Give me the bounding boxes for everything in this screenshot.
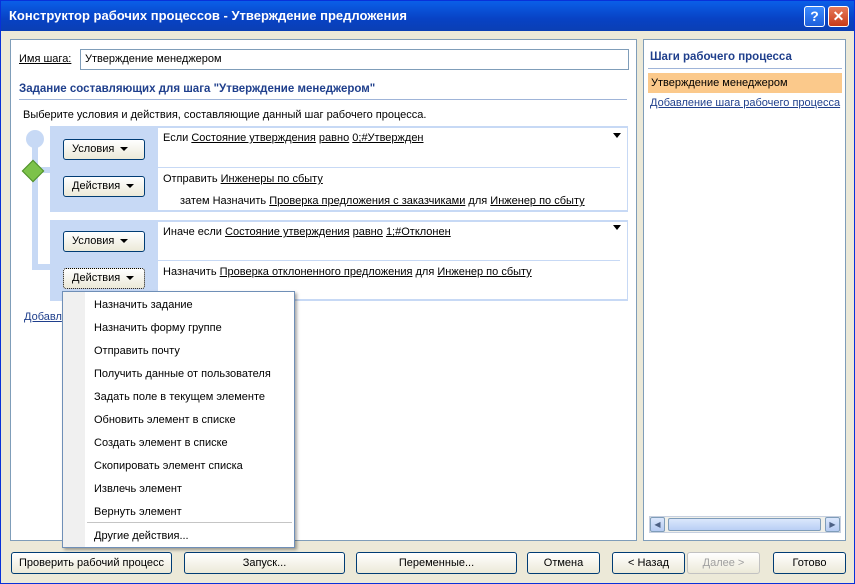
add-step-link[interactable]: Добавление шага рабочего процесса <box>650 97 840 109</box>
next-button: Далее > <box>687 552 760 574</box>
scroll-left-icon[interactable]: ◀ <box>650 517 665 532</box>
condition-field-link[interactable]: Состояние утверждения <box>225 226 350 238</box>
step-name-input[interactable]: Утверждение менеджером <box>80 49 629 70</box>
branch-1-action-2: затем Назначить Проверка предложения с з… <box>180 195 585 207</box>
chevron-down-icon <box>126 276 135 281</box>
branch-2-action-1: Назначить Проверка отклоненного предложе… <box>163 266 532 278</box>
branch-2: Условия Действия Иначе если Состояние ут… <box>50 220 628 301</box>
branch-2-divider <box>157 260 620 261</box>
branch-connector-elbow <box>32 264 52 270</box>
condition-value-link[interactable]: 1;#Отклонен <box>386 226 451 238</box>
branch-1-conditions-button[interactable]: Условия <box>63 139 145 160</box>
condition-prefix: Если <box>163 132 189 144</box>
menu-item-set-field[interactable]: Задать поле в текущем элементе <box>94 391 265 403</box>
check-workflow-button[interactable]: Проверить рабочий процесс <box>11 552 172 574</box>
section-description: Выберите условия и действия, составляющи… <box>23 109 427 121</box>
menu-item-create-list-item[interactable]: Создать элемент в списке <box>94 437 228 449</box>
condition-value-link[interactable]: 0;#Утвержден <box>352 132 423 144</box>
workflow-steps-panel: Шаги рабочего процесса Утверждение менед… <box>643 39 846 541</box>
action-target-link[interactable]: Инженеры по сбыту <box>221 173 323 185</box>
branch-2-actions-button[interactable]: Действия <box>63 268 145 289</box>
menu-gutter <box>63 292 85 547</box>
steps-panel-title: Шаги рабочего процесса <box>650 51 792 63</box>
menu-item-assign-task[interactable]: Назначить задание <box>94 299 193 311</box>
branch-1: Условия Действия Если Состояние утвержде… <box>50 126 628 212</box>
branch-1-action-1: Отправить Инженеры по сбыту <box>163 173 323 185</box>
menu-item-check-out[interactable]: Извлечь элемент <box>94 483 182 495</box>
scroll-right-icon[interactable]: ▶ <box>825 517 840 532</box>
branch-2-conditions-button[interactable]: Условия <box>63 231 145 252</box>
branch-1-condition: Если Состояние утверждения равно 0;#Утве… <box>163 132 424 144</box>
section-title: Задание составляющих для шага "Утвержден… <box>19 83 376 95</box>
condition-field-link[interactable]: Состояние утверждения <box>191 132 316 144</box>
chevron-down-icon <box>120 239 129 244</box>
condition-diamond-icon <box>21 159 45 183</box>
action-verb: Назначить <box>163 266 217 278</box>
action-for: для <box>468 195 488 207</box>
condition-prefix: Иначе если <box>163 226 222 238</box>
button-label: Условия <box>72 143 115 155</box>
add-branch-link[interactable]: Добавл <box>24 311 62 323</box>
variables-button[interactable]: Переменные... <box>356 552 517 574</box>
title-bar: Конструктор рабочих процессов - Утвержде… <box>1 1 854 31</box>
menu-item-more-actions[interactable]: Другие действия... <box>94 530 189 542</box>
menu-item-update-list-item[interactable]: Обновить элемент в списке <box>94 414 236 426</box>
action-verb: Отправить <box>163 173 218 185</box>
condition-operator-link[interactable]: равно <box>353 226 383 238</box>
close-button[interactable]: ✕ <box>828 6 849 27</box>
finish-button[interactable]: Готово <box>773 552 846 574</box>
step-name-label: Имя шага: <box>19 53 72 65</box>
branch-2-condition: Иначе если Состояние утверждения равно 1… <box>163 226 451 238</box>
menu-item-collect-data[interactable]: Получить данные от пользователя <box>94 368 271 380</box>
chevron-down-icon <box>126 184 135 189</box>
button-label: Действия <box>72 272 121 284</box>
window-title: Конструктор рабочих процессов - Утвержде… <box>9 8 407 23</box>
workflow-designer-window: Конструктор рабочих процессов - Утвержде… <box>0 0 855 584</box>
branch-1-divider <box>157 167 620 168</box>
button-label: Действия <box>72 180 121 192</box>
action-task-link[interactable]: Проверка предложения с заказчиками <box>269 195 465 207</box>
menu-item-assign-form-group[interactable]: Назначить форму группе <box>94 322 222 334</box>
horizontal-scrollbar[interactable]: ◀ ▶ <box>649 516 841 533</box>
condition-operator-link[interactable]: равно <box>319 132 349 144</box>
chevron-down-icon <box>120 147 129 152</box>
action-who-link[interactable]: Инженер по сбыту <box>437 266 531 278</box>
scroll-thumb[interactable] <box>668 518 821 531</box>
steps-panel-divider <box>648 68 842 69</box>
branch-connector-line <box>32 134 38 269</box>
action-prefix: затем Назначить <box>180 195 267 207</box>
action-who-link[interactable]: Инженер по сбыту <box>490 195 584 207</box>
button-label: Условия <box>72 235 115 247</box>
start-button[interactable]: Запуск... <box>184 552 345 574</box>
menu-separator <box>87 522 292 523</box>
branch-1-actions-button[interactable]: Действия <box>63 176 145 197</box>
step-item-selected[interactable]: Утверждение менеджером <box>648 73 842 93</box>
section-divider <box>19 99 627 100</box>
branch-1-menu-arrow-icon[interactable] <box>613 133 621 138</box>
action-for: для <box>415 266 435 278</box>
menu-item-send-email[interactable]: Отправить почту <box>94 345 180 357</box>
cancel-button[interactable]: Отмена <box>527 552 600 574</box>
action-task-link[interactable]: Проверка отклоненного предложения <box>220 266 413 278</box>
menu-item-check-in[interactable]: Вернуть элемент <box>94 506 182 518</box>
help-button[interactable]: ? <box>804 6 825 27</box>
actions-dropdown-menu: Назначить задание Назначить форму группе… <box>62 291 295 548</box>
branch-2-menu-arrow-icon[interactable] <box>613 225 621 230</box>
menu-item-copy-list-item[interactable]: Скопировать элемент списка <box>94 460 243 472</box>
start-node-icon <box>26 130 44 148</box>
back-button[interactable]: < Назад <box>612 552 685 574</box>
